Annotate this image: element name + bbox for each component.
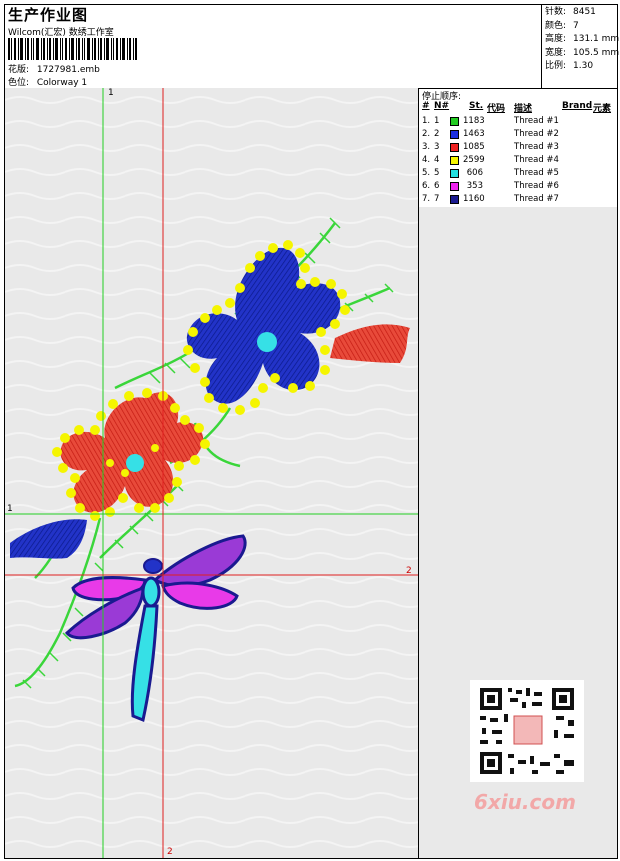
row-num: 4. — [422, 155, 431, 165]
thread-color-swatch — [450, 143, 459, 152]
row-n: 4 — [434, 155, 440, 165]
green-vertical-marker: 1 — [108, 88, 114, 98]
thread-row: 4. 4 2599 Thread #4 — [421, 155, 617, 168]
thread-row: 3. 3 1085 Thread #3 — [421, 142, 617, 155]
embroidery-preview: 1 1 2 2 — [5, 88, 418, 858]
red-horizontal-marker: 2 — [406, 566, 412, 576]
width-value: 105.5 mm — [573, 47, 620, 58]
thread-color-swatch — [450, 117, 459, 126]
col-n: N# — [434, 101, 450, 111]
row-num: 1. — [422, 116, 431, 126]
row-num: 2. — [422, 129, 431, 139]
row-desc: Thread #4 — [514, 155, 559, 165]
barcode — [8, 38, 137, 60]
row-n: 3 — [434, 142, 440, 152]
stats-divider — [541, 4, 542, 88]
design-file-row: 花版: 1727981.emb — [8, 62, 100, 75]
row-stitches: 1463 — [463, 129, 485, 139]
studio-subtitle: Wilcom(汇宏) 数绣工作室 — [8, 28, 114, 38]
thread-color-swatch — [450, 130, 459, 139]
col-stitches: St. — [469, 101, 484, 111]
width-label: 宽度: — [545, 47, 567, 58]
row-num: 7. — [422, 194, 431, 204]
design-stats: 针数: 8451 颜色: 7 高度: 131.1 mm 宽度: 105.5 mm 比例:… — [545, 6, 619, 74]
thread-color-swatch — [450, 169, 459, 178]
row-desc: Thread #1 — [514, 116, 559, 126]
thread-color-swatch — [450, 195, 459, 204]
design-file-value: 1727981.emb — [36, 65, 100, 75]
row-stitches: 606 — [466, 168, 483, 178]
row-n: 6 — [434, 181, 440, 191]
red-vertical-marker: 2 — [167, 847, 173, 857]
row-stitches: 1160 — [463, 194, 485, 204]
row-desc: Thread #3 — [514, 142, 559, 152]
height-value: 131.1 mm — [573, 34, 620, 45]
row-desc: Thread #6 — [514, 181, 559, 191]
row-desc: Thread #5 — [514, 168, 559, 178]
thread-row: 5. 5 606 Thread #5 — [421, 168, 617, 181]
thread-color-swatch — [450, 182, 459, 191]
row-stitches: 1085 — [463, 142, 485, 152]
row-num: 3. — [422, 142, 431, 152]
design-label: 花版: — [8, 65, 30, 75]
col-brand: Brand — [562, 101, 593, 111]
page-title: 生产作业图 — [8, 6, 89, 24]
row-stitches: 2599 — [463, 155, 485, 165]
row-n: 2 — [434, 129, 440, 139]
row-n: 5 — [434, 168, 440, 178]
thread-row: 1. 1 1183 Thread #1 — [421, 116, 617, 129]
col-desc: 描述 — [514, 104, 533, 114]
row-num: 6. — [422, 181, 431, 191]
row-stitches: 353 — [466, 181, 483, 191]
col-code: 代码 — [487, 104, 506, 114]
colors-label: 颜色: — [545, 20, 567, 31]
stitches-value: 8451 — [573, 7, 596, 17]
watermark-logo: 6xiu.com — [474, 790, 576, 814]
colorway-label: 色位: — [8, 78, 30, 88]
col-element: 元素 — [593, 104, 612, 114]
thread-color-swatch — [450, 156, 459, 165]
scale-label: 比例: — [545, 61, 567, 72]
col-num: # — [422, 101, 430, 111]
row-stitches: 1183 — [463, 116, 485, 126]
scale-value: 1.30 — [573, 61, 594, 72]
row-n: 1 — [434, 116, 440, 126]
colorway-value: Colorway 1 — [36, 78, 88, 88]
row-n: 7 — [434, 194, 440, 204]
embroidery-artwork — [5, 88, 418, 858]
row-desc: Thread #2 — [514, 129, 559, 139]
thread-row: 6. 6 353 Thread #6 — [421, 181, 617, 194]
qr-code-icon — [470, 680, 584, 782]
height-label: 高度: — [545, 34, 567, 45]
colorway-row: 色位: Colorway 1 — [8, 75, 87, 88]
colors-value: 7 — [573, 20, 579, 31]
row-num: 5. — [422, 168, 431, 178]
thread-row: 2. 2 1463 Thread #2 — [421, 129, 617, 142]
green-horizontal-marker: 1 — [7, 504, 13, 514]
stitches-label: 针数: — [545, 7, 567, 17]
thread-row: 7. 7 1160 Thread #7 — [421, 194, 617, 207]
row-desc: Thread #7 — [514, 194, 559, 204]
